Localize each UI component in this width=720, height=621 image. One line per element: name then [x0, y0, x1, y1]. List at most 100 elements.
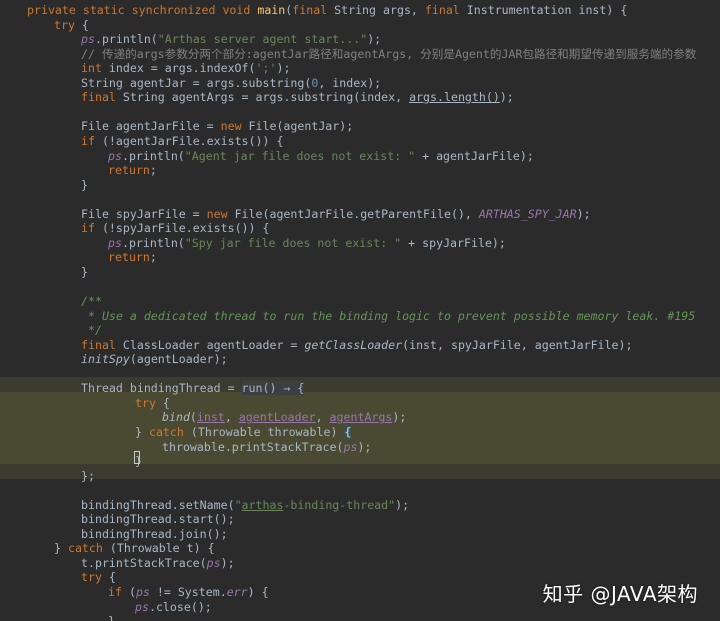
- code-token: {: [162, 395, 170, 410]
- code-token: + spyJarFile);: [401, 235, 506, 250]
- watermark-text: 知乎 @JAVA架构: [542, 582, 698, 606]
- code-token: File spyJarFile =: [81, 206, 207, 221]
- code-token: {: [108, 570, 116, 585]
- code-token: Thread bindingThread =: [81, 381, 242, 396]
- code-token: ps: [343, 439, 358, 454]
- code-token: (Throwable t) {: [109, 541, 215, 556]
- code-token: "Arthas server agent start...": [157, 32, 368, 47]
- code-line: final String agentArgs = args.substring(…: [0, 90, 720, 105]
- code-line: return;: [0, 250, 720, 265]
- code-token: );: [367, 32, 382, 47]
- code-token: try: [54, 17, 82, 32]
- code-line: */: [0, 323, 720, 338]
- code-token: (inst, spyJarFile, agentJarFile);: [402, 337, 633, 352]
- code-line: bind(inst, agentLoader, agentArgs);: [0, 410, 720, 425]
- code-token: {: [81, 17, 89, 32]
- code-token: try: [81, 570, 109, 585]
- code-token: catch: [148, 424, 191, 439]
- code-line: // 传递的args参数分两个部分:agentJar路径和agentArgs, …: [0, 47, 720, 62]
- code-line: bindingThread.start();: [0, 512, 720, 527]
- code-token: private static synchronized void: [27, 3, 258, 17]
- code-token: t.printStackTrace(: [81, 555, 207, 570]
- code-line: t.printStackTrace(ps);: [0, 556, 720, 571]
- code-token: final: [424, 3, 467, 17]
- code-line: }: [0, 265, 720, 280]
- code-token: try: [135, 395, 163, 410]
- code-token: }: [108, 614, 115, 621]
- code-line: bindingThread.setName("arthas-binding-th…: [0, 498, 720, 513]
- code-token: );: [357, 439, 372, 454]
- code-line: }: [0, 454, 720, 469]
- code-token: getClassLoader: [304, 337, 403, 352]
- code-token: */: [81, 323, 102, 338]
- code-token: File(agentJarFile.getParentFile(),: [234, 206, 479, 221]
- code-token: /**: [81, 294, 102, 308]
- code-token: );: [499, 90, 514, 105]
- code-token: final: [292, 3, 335, 17]
- code-token: bindingThread.join();: [81, 526, 228, 541]
- code-token: if: [81, 221, 102, 236]
- code-token: inst: [196, 410, 225, 425]
- code-token: (agentLoader);: [129, 352, 228, 367]
- code-token: index = args.indexOf(: [108, 61, 256, 76]
- code-token: (!spyJarFile.exists()) {: [101, 221, 270, 236]
- code-token: arthas: [241, 497, 284, 512]
- code-token: (!agentJarFile.exists()) {: [101, 133, 284, 148]
- code-token: new: [206, 206, 235, 221]
- code-line: ps.println("Agent jar file does not exis…: [0, 149, 720, 164]
- code-token: }: [81, 264, 88, 279]
- code-token: ps: [108, 235, 122, 250]
- text-cursor: [134, 451, 140, 464]
- code-line: File spyJarFile = new File(agentJarFile.…: [0, 207, 720, 222]
- code-token: (: [189, 410, 197, 425]
- code-token: ARTHAS_SPY_JAR: [478, 206, 577, 221]
- code-token: ;: [149, 163, 157, 178]
- code-line: private static synchronized void main(fi…: [0, 3, 720, 18]
- code-line: ps.println("Spy jar file does not exist:…: [0, 236, 720, 251]
- code-line: String agentJar = args.substring(0, inde…: [0, 76, 720, 91]
- code-token: agentLoader: [238, 410, 316, 425]
- code-token: File agentJarFile =: [81, 119, 221, 134]
- code-token: final: [81, 90, 123, 105]
- code-token: agentArgs: [329, 410, 393, 425]
- code-token: != System.: [149, 585, 227, 599]
- code-token: .println(: [94, 32, 158, 47]
- code-token: ,: [224, 410, 239, 425]
- code-token: ';': [255, 61, 277, 76]
- code-token: (: [128, 585, 136, 599]
- code-token: );: [576, 206, 591, 221]
- code-line: initSpy(agentLoader);: [0, 352, 720, 367]
- code-token: * Use a dedicated thread to run the bind…: [81, 308, 696, 323]
- code-token: ps: [135, 585, 150, 599]
- code-token: bindingThread.setName(: [81, 497, 235, 512]
- code-token: + agentJarFile);: [415, 148, 534, 163]
- code-token: ;: [149, 250, 157, 265]
- code-token: args.length(): [409, 90, 500, 105]
- code-token: if: [81, 133, 102, 148]
- code-token: }: [135, 424, 149, 439]
- code-token: String agentArgs = args.substring(index,: [122, 90, 410, 105]
- code-token: String agentJar = args.substring(: [81, 75, 312, 90]
- code-line: /**: [0, 294, 720, 309]
- code-token: {: [344, 424, 352, 439]
- code-token: // 传递的args参数分两个部分:agentJar路径和agentArgs, …: [81, 46, 697, 61]
- code-token: );: [276, 61, 291, 76]
- code-token: .println(: [121, 235, 185, 250]
- code-token: }: [81, 177, 88, 192]
- code-token: String args,: [334, 3, 425, 17]
- code-token: main: [257, 3, 286, 17]
- code-editor[interactable]: private static synchronized void main ( fi…: [0, 0, 720, 621]
- code-line: final ClassLoader agentLoader = getClass…: [0, 338, 720, 353]
- code-token: ps: [135, 599, 149, 614]
- code-token: throwable.printStackTrace(: [162, 439, 344, 454]
- code-line: };: [0, 469, 720, 484]
- code-line: bindingThread.join();: [0, 527, 720, 542]
- code-token: ps: [81, 32, 95, 47]
- code-token: , index);: [318, 75, 382, 90]
- code-line: File agentJarFile = new File(agentJar);: [0, 119, 720, 134]
- code-line: ps.println("Arthas server agent start...…: [0, 32, 720, 47]
- code-token: initSpy: [81, 352, 130, 367]
